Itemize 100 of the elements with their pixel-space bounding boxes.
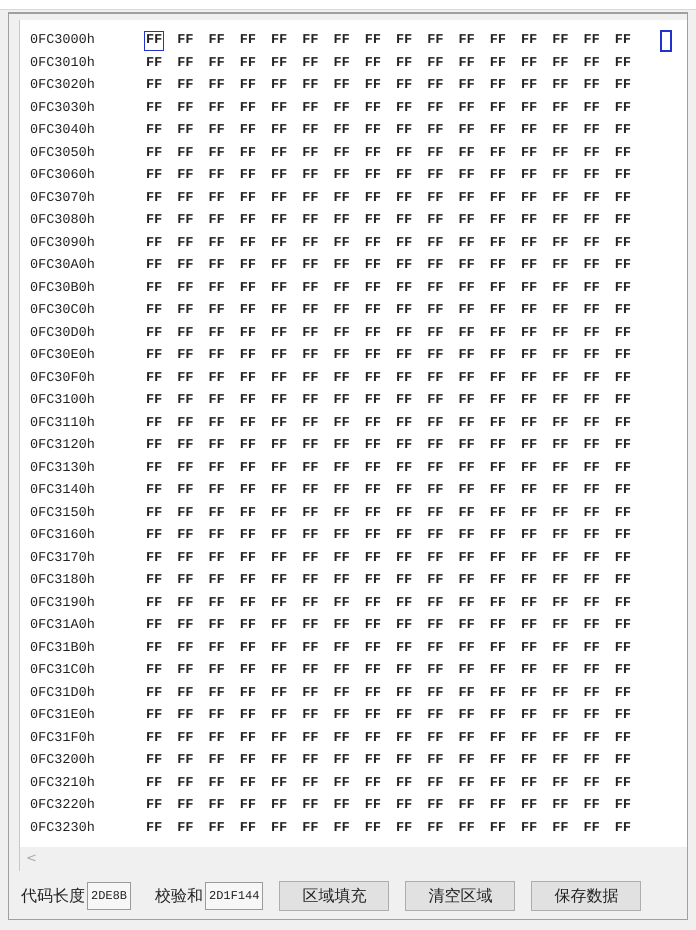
hex-byte[interactable]: FF [300,616,320,636]
hex-byte[interactable]: FF [300,661,320,682]
hex-byte[interactable]: FF [394,728,414,749]
hex-byte[interactable]: FF [519,751,540,772]
hex-byte[interactable]: FF [238,391,258,412]
hex-byte[interactable]: FF [362,728,383,749]
hex-byte[interactable]: FF [394,594,414,614]
hex-byte[interactable]: FF [206,684,227,704]
hex-byte[interactable]: FF [300,121,320,142]
hex-byte[interactable]: FF [269,436,290,456]
hex-byte[interactable]: FF [144,414,164,434]
hex-byte[interactable]: FF [456,121,477,142]
hex-byte[interactable]: FF [144,504,164,524]
hex-byte[interactable]: FF [612,481,633,502]
hex-byte[interactable]: FF [144,481,164,502]
hex-byte[interactable]: FF [519,728,540,749]
hex-byte[interactable]: FF [332,76,352,96]
hex-byte[interactable]: FF [238,638,258,659]
hex-byte[interactable]: FF [582,458,602,479]
hex-byte[interactable]: FF [550,31,570,52]
hex-byte[interactable]: FF [582,301,602,322]
hex-byte[interactable]: FF [175,751,196,772]
hex-byte[interactable]: FF [612,526,633,546]
hex-byte[interactable]: FF [300,504,320,524]
hex-byte[interactable]: FF [456,436,477,456]
hex-byte[interactable]: FF [582,144,602,164]
hex-byte[interactable]: FF [488,188,508,209]
hex-byte[interactable]: FF [612,548,633,569]
hex-byte[interactable]: FF [300,548,320,569]
hex-byte[interactable]: FF [300,346,320,366]
hex-byte[interactable]: FF [300,98,320,119]
hex-byte[interactable]: FF [519,98,540,119]
hex-byte[interactable]: FF [488,638,508,659]
hex-byte[interactable]: FF [144,166,164,186]
hex-byte[interactable]: FF [144,571,164,592]
hex-byte[interactable]: FF [612,256,633,276]
hex-byte[interactable]: FF [332,796,352,816]
hex-byte[interactable]: FF [550,76,570,96]
hex-byte[interactable]: FF [425,98,446,119]
hex-byte[interactable]: FF [332,526,352,546]
hex-byte[interactable]: FF [362,54,383,74]
hex-byte[interactable]: FF [488,234,508,254]
hex-byte[interactable]: FF [300,818,320,839]
hex-byte[interactable]: FF [394,436,414,456]
hex-byte[interactable]: FF [612,661,633,682]
hex-byte[interactable]: FF [582,278,602,299]
hex-byte[interactable]: FF [550,256,570,276]
hex-byte[interactable]: FF [582,571,602,592]
hex-byte[interactable]: FF [144,728,164,749]
hex-byte[interactable]: FF [488,571,508,592]
fill-region-button[interactable]: 区域填充 [279,881,390,911]
hex-byte[interactable]: FF [550,301,570,322]
hex-byte[interactable]: FF [300,31,320,52]
hex-byte[interactable]: FF [144,594,164,614]
hex-byte[interactable]: FF [300,526,320,546]
hex-byte[interactable]: FF [238,548,258,569]
hex-byte[interactable]: FF [300,728,320,749]
hex-byte[interactable]: FF [456,31,477,52]
hex-byte[interactable]: FF [612,728,633,749]
hex-byte[interactable]: FF [206,76,227,96]
hex-byte[interactable]: FF [332,301,352,322]
hex-byte[interactable]: FF [582,638,602,659]
hex-byte[interactable]: FF [519,391,540,412]
hex-byte[interactable]: FF [488,751,508,772]
hex-byte[interactable]: FF [488,796,508,816]
hex-byte[interactable]: FF [144,436,164,456]
hex-byte[interactable]: FF [238,368,258,389]
hex-byte[interactable]: FF [550,481,570,502]
hex-byte[interactable]: FF [582,256,602,276]
hex-byte[interactable]: FF [332,616,352,636]
hex-byte[interactable]: FF [612,774,633,794]
hex-byte[interactable]: FF [519,211,540,232]
hex-byte[interactable]: FF [456,76,477,96]
hex-byte[interactable]: FF [300,751,320,772]
hex-byte[interactable]: FF [362,818,383,839]
hex-byte[interactable]: FF [456,571,477,592]
hex-byte[interactable]: FF [238,76,258,96]
hex-byte[interactable]: FF [332,144,352,164]
hex-byte[interactable]: FF [332,706,352,726]
hex-byte[interactable]: FF [269,728,290,749]
hex-byte[interactable]: FF [362,594,383,614]
hex-byte[interactable]: FF [362,98,383,119]
hex-byte[interactable]: FF [582,391,602,412]
hex-byte[interactable]: FF [332,571,352,592]
hex-byte[interactable]: FF [238,98,258,119]
hex-byte[interactable]: FF [582,684,602,704]
hex-byte[interactable]: FF [269,684,290,704]
hex-byte[interactable]: FF [300,706,320,726]
hex-byte[interactable]: FF [456,98,477,119]
hex-byte[interactable]: FF [550,684,570,704]
hex-byte[interactable]: FF [488,504,508,524]
hex-byte[interactable]: FF [144,818,164,839]
hex-byte[interactable]: FF [550,774,570,794]
hex-byte[interactable]: FF [175,548,196,569]
hex-byte[interactable]: FF [550,278,570,299]
hex-byte[interactable]: FF [362,368,383,389]
hex-byte[interactable]: FF [300,458,320,479]
hex-byte[interactable]: FF [362,76,383,96]
hex-byte[interactable]: FF [362,796,383,816]
hex-byte[interactable]: FF [362,661,383,682]
